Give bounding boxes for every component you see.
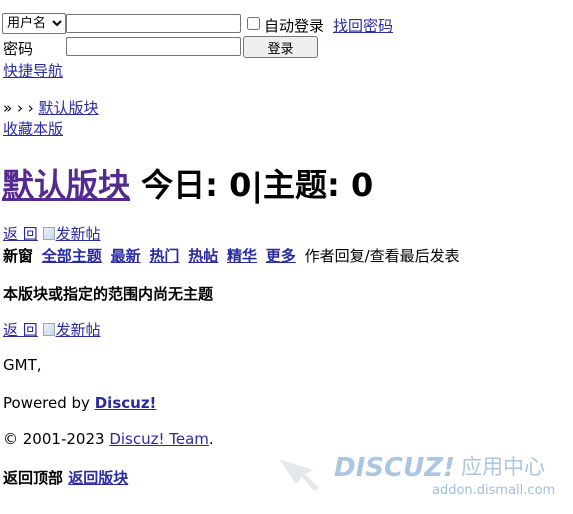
bottom-toolbar: 返 回 发新帖 (3, 319, 101, 340)
breadcrumb-current-forum[interactable]: 默认版块 (39, 99, 99, 117)
favorite-forum-link[interactable]: 收藏本版 (3, 120, 63, 138)
author-column-label: 作者 (304, 247, 335, 265)
watermark-brand: DISCUZ! (334, 453, 455, 483)
filter-latest[interactable]: 最新 (111, 247, 141, 265)
cursor-arrow-icon (276, 456, 322, 493)
discuz-team-link[interactable]: Discuz! Team (109, 430, 209, 448)
forum-stats: 今日: 0|主题: 0 (141, 166, 374, 204)
forum-title-link[interactable]: 默认版块 (2, 166, 130, 204)
auto-login-label: 自动登录 (264, 17, 325, 35)
filter-digest[interactable]: 精华 (227, 247, 257, 265)
powered-by-text: Powered by (3, 394, 90, 412)
username-type-select[interactable]: 用户名 (2, 13, 66, 34)
timezone-text: GMT, (3, 356, 42, 374)
quick-nav-row: 快捷导航 (3, 60, 63, 81)
username-input[interactable] (66, 14, 241, 33)
breadcrumb: » › › 默认版块 (3, 97, 99, 118)
watermark-domain: addon.dismall.com (432, 483, 555, 498)
breadcrumb-separators: » › › (3, 99, 34, 117)
filter-all-threads[interactable]: 全部主题 (42, 247, 102, 265)
last-post-column-label: 最后发表 (399, 247, 460, 265)
new-post-button-bottom[interactable]: 发新帖 (42, 319, 101, 340)
footer-nav: 返回顶部 返回版块 (3, 467, 128, 488)
back-to-forum-link[interactable]: 返回版块 (68, 469, 128, 487)
quick-nav-link[interactable]: 快捷导航 (3, 62, 63, 80)
favorite-forum-row: 收藏本版 (3, 118, 63, 139)
login-button[interactable]: 登录 (243, 36, 318, 58)
back-link-bottom[interactable]: 返 回 (3, 321, 38, 339)
copyright: © 2001-2023 Discuz! Team. (3, 430, 214, 448)
empty-thread-message: 本版块或指定的范围内尚无主题 (3, 285, 214, 303)
powered-by: Powered by Discuz! (3, 394, 156, 412)
watermark-brand-cn: 应用中心 (461, 455, 545, 479)
forum-header: 默认版块 今日: 0|主题: 0 (2, 160, 373, 206)
copyright-years: © 2001-2023 (3, 430, 105, 448)
discuz-watermark-logo: DISCUZ! 应用中心 addon.dismall.com (276, 453, 555, 498)
back-to-top-label: 返回顶部 (3, 469, 64, 487)
filter-popular[interactable]: 热门 (149, 247, 179, 265)
reply-view-column-label: 回复/查看 (334, 247, 400, 265)
auto-login-checkbox[interactable] (247, 17, 260, 30)
filter-hot[interactable]: 热帖 (188, 247, 218, 265)
new-post-button[interactable]: 发新帖 (42, 223, 101, 244)
copyright-period: . (208, 430, 214, 448)
password-input[interactable] (66, 37, 241, 56)
new-post-alt-text-bottom: 发新帖 (55, 321, 101, 339)
discuz-link[interactable]: Discuz! (95, 394, 157, 412)
filter-more[interactable]: 更多 (266, 247, 296, 265)
new-window-label: 新窗 (3, 247, 34, 265)
broken-image-icon (42, 323, 55, 336)
thread-filter-bar: 新窗 全部主题 最新 热门 热帖 精华 更多 作者回复/查看最后发表 (3, 245, 460, 266)
back-link[interactable]: 返 回 (3, 225, 38, 243)
password-label: 密码 (3, 40, 34, 58)
top-toolbar: 返 回 发新帖 (3, 223, 101, 244)
new-post-alt-text: 发新帖 (55, 225, 101, 243)
forgot-password-link[interactable]: 找回密码 (333, 15, 393, 36)
broken-image-icon (42, 227, 55, 240)
